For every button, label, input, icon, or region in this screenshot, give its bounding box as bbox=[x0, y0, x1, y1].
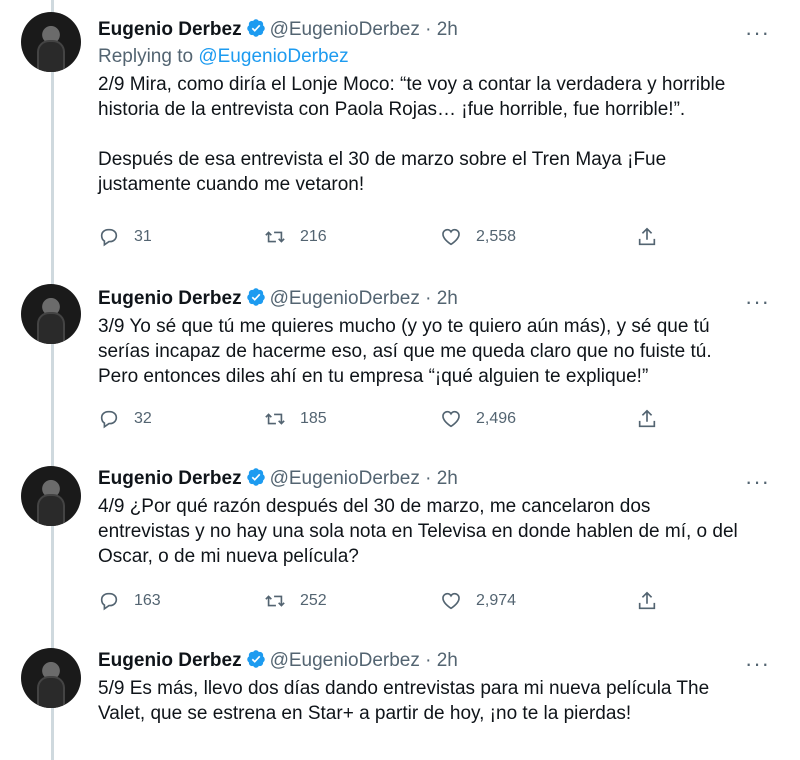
reply-icon bbox=[100, 410, 118, 429]
tweet-actions: 32 185 2,496 bbox=[98, 408, 678, 434]
tweet-text: 2/9 Mira, como diría el Lonje Moco: “te … bbox=[98, 74, 726, 195]
separator-dot: · bbox=[425, 288, 432, 309]
retweet-icon bbox=[265, 413, 285, 425]
thread-line bbox=[51, 72, 54, 272]
verified-badge-icon bbox=[246, 19, 265, 37]
thread-line bbox=[51, 344, 54, 464]
like-count: 2,558 bbox=[476, 228, 517, 245]
timestamp[interactable]: 2h bbox=[437, 19, 458, 40]
separator-dot: · bbox=[425, 650, 432, 671]
tweet-header: Eugenio Derbez @EugenioDerbez · 2h bbox=[98, 18, 458, 42]
retweet-icon bbox=[265, 231, 285, 243]
reply-icon bbox=[100, 592, 118, 611]
author-handle[interactable]: @EugenioDerbez bbox=[270, 19, 420, 40]
heart-icon bbox=[442, 592, 460, 610]
like-count: 2,496 bbox=[476, 410, 517, 427]
like-button[interactable]: 2,496 bbox=[440, 408, 516, 430]
tweet-text: 5/9 Es más, llevo dos días dando entrevi… bbox=[98, 678, 710, 724]
verified-badge-icon bbox=[246, 288, 265, 306]
tweet-text: 3/9 Yo sé que tú me quieres mucho (y yo … bbox=[98, 316, 712, 387]
tweet-actions: 31 216 2,558 bbox=[98, 226, 678, 252]
tweet-actions: 163 252 2,974 bbox=[98, 590, 678, 616]
thread-line bbox=[51, 636, 54, 648]
reply-button[interactable]: 31 bbox=[98, 226, 152, 248]
retweet-button[interactable]: 185 bbox=[264, 408, 327, 430]
author-handle[interactable]: @EugenioDerbez bbox=[270, 468, 420, 489]
avatar[interactable] bbox=[21, 466, 81, 526]
author-handle[interactable]: @EugenioDerbez bbox=[270, 650, 420, 671]
avatar[interactable] bbox=[21, 648, 81, 708]
tweet-header: Eugenio Derbez @EugenioDerbez · 2h bbox=[98, 287, 458, 311]
timestamp[interactable]: 2h bbox=[437, 650, 458, 671]
retweet-button[interactable]: 216 bbox=[264, 226, 327, 248]
tweet-text: 4/9 ¿Por qué razón después del 30 de mar… bbox=[98, 496, 738, 567]
replying-prefix: Replying to bbox=[98, 46, 199, 67]
share-button[interactable] bbox=[636, 226, 658, 248]
more-options-icon[interactable]: ··· bbox=[745, 22, 770, 44]
retweet-count: 216 bbox=[300, 228, 327, 245]
reply-button[interactable]: 163 bbox=[98, 590, 161, 612]
reply-icon bbox=[100, 228, 118, 247]
author-name[interactable]: Eugenio Derbez bbox=[98, 19, 242, 40]
retweet-button[interactable]: 252 bbox=[264, 590, 327, 612]
separator-dot: · bbox=[425, 19, 432, 40]
like-button[interactable]: 2,974 bbox=[440, 590, 516, 612]
reply-count: 31 bbox=[134, 228, 152, 245]
heart-icon bbox=[442, 410, 460, 428]
replying-to-link[interactable]: @EugenioDerbez bbox=[198, 46, 348, 67]
share-button[interactable] bbox=[636, 590, 658, 612]
reply-button[interactable]: 32 bbox=[98, 408, 152, 430]
verified-badge-icon bbox=[246, 468, 265, 486]
retweet-count: 252 bbox=[300, 592, 327, 609]
share-icon bbox=[638, 591, 656, 610]
thread-line bbox=[51, 454, 54, 466]
author-name[interactable]: Eugenio Derbez bbox=[98, 650, 242, 671]
timestamp[interactable]: 2h bbox=[437, 468, 458, 489]
thread-line bbox=[51, 708, 54, 760]
timestamp[interactable]: 2h bbox=[437, 288, 458, 309]
reply-count: 32 bbox=[134, 410, 152, 427]
avatar[interactable] bbox=[21, 284, 81, 344]
retweet-icon bbox=[265, 595, 285, 607]
more-options-icon[interactable]: ··· bbox=[745, 291, 770, 313]
share-icon bbox=[638, 227, 656, 246]
author-handle[interactable]: @EugenioDerbez bbox=[270, 288, 420, 309]
author-name[interactable]: Eugenio Derbez bbox=[98, 288, 242, 309]
replying-to: Replying to @EugenioDerbez bbox=[98, 45, 349, 69]
more-options-icon[interactable]: ··· bbox=[745, 653, 770, 675]
reply-count: 163 bbox=[134, 592, 161, 609]
like-button[interactable]: 2,558 bbox=[440, 226, 516, 248]
tweet-header: Eugenio Derbez @EugenioDerbez · 2h bbox=[98, 649, 458, 673]
avatar[interactable] bbox=[21, 12, 81, 72]
share-icon bbox=[638, 409, 656, 428]
thread-line bbox=[51, 0, 54, 12]
retweet-count: 185 bbox=[300, 410, 327, 427]
separator-dot: · bbox=[425, 468, 432, 489]
verified-badge-icon bbox=[246, 650, 265, 668]
more-options-icon[interactable]: ··· bbox=[745, 471, 770, 493]
thread-line bbox=[51, 272, 54, 284]
thread-line bbox=[51, 526, 54, 646]
like-count: 2,974 bbox=[476, 592, 517, 609]
tweet-header: Eugenio Derbez @EugenioDerbez · 2h bbox=[98, 467, 458, 491]
share-button[interactable] bbox=[636, 408, 658, 430]
author-name[interactable]: Eugenio Derbez bbox=[98, 468, 242, 489]
heart-icon bbox=[442, 228, 460, 246]
